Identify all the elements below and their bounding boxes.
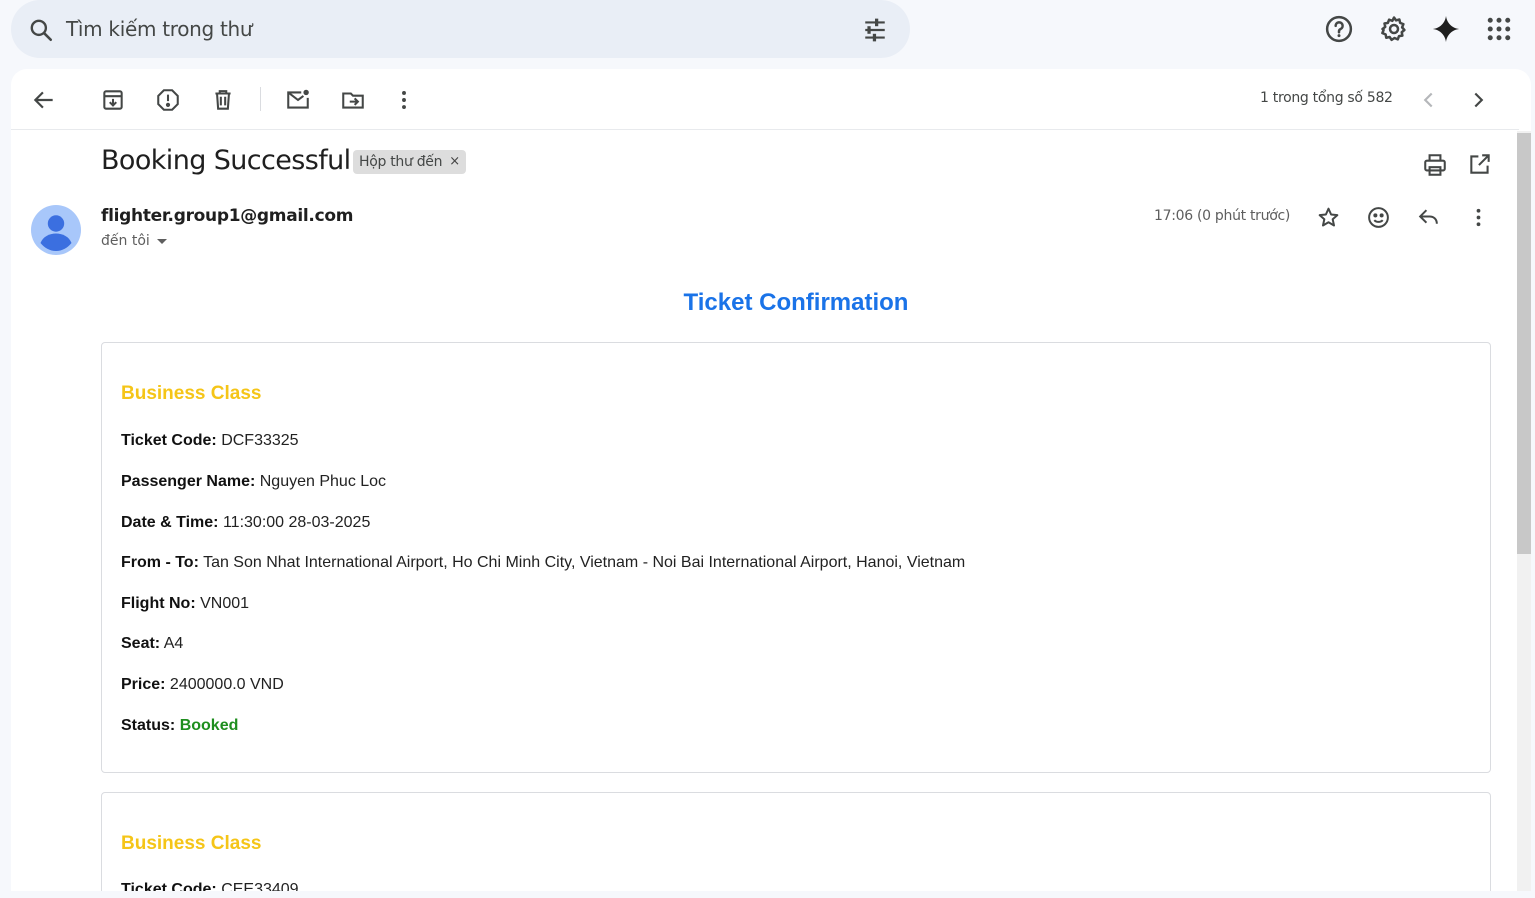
print-icon[interactable] (1422, 152, 1448, 178)
search-input[interactable]: Tìm kiếm trong thư (66, 17, 253, 41)
ticket-confirmation-title: Ticket Confirmation (683, 289, 909, 316)
price-value: 2400000.0 VND (169, 676, 284, 693)
apps-icon[interactable] (1484, 14, 1514, 44)
ticket-code-row: Ticket Code: CEE33409 (121, 881, 299, 891)
message-time: 17:06 (0 phút trước) (1154, 208, 1291, 224)
recipient-details[interactable]: đến tôi (101, 233, 169, 249)
passenger-label: Passenger Name: (121, 473, 256, 490)
seat-value: A4 (163, 635, 184, 652)
inbox-label-chip[interactable]: Hộp thư đến × (353, 150, 466, 174)
datetime-value: 11:30:00 28-03-2025 (222, 514, 371, 531)
ticket-code-row: Ticket Code: DCF33325 (121, 432, 299, 450)
price-row: Price: 2400000.0 VND (121, 676, 284, 694)
recipient-text: đến tôi (101, 233, 150, 249)
ticket-code-value: DCF33325 (221, 432, 299, 449)
archive-icon[interactable] (100, 87, 126, 113)
route-row: From - To: Tan Son Nhat International Ai… (121, 554, 965, 572)
flight-value: VN001 (200, 595, 250, 612)
ticket-code-label: Ticket Code: (121, 432, 217, 449)
search-bar[interactable]: Tìm kiếm trong thư (11, 0, 910, 58)
back-arrow-icon[interactable] (31, 87, 57, 113)
route-label: From - To: (121, 554, 199, 571)
message-more-icon[interactable] (1466, 205, 1491, 230)
message-toolbar: 1 trong tổng số 582 (11, 69, 1519, 130)
open-new-window-icon[interactable] (1467, 151, 1493, 177)
chevron-down-icon[interactable] (155, 236, 169, 246)
flight-label: Flight No: (121, 595, 196, 612)
ticket-card: Business Class Ticket Code: DCF33325 Pas… (101, 342, 1491, 773)
star-icon[interactable] (1316, 205, 1341, 230)
emoji-icon[interactable] (1366, 205, 1391, 230)
chevron-right-icon[interactable] (1465, 87, 1491, 113)
scrollbar-thumb[interactable] (1517, 133, 1531, 554)
sender-email[interactable]: flighter.group1@gmail.com (101, 206, 353, 226)
passenger-row: Passenger Name: Nguyen Phuc Loc (121, 473, 386, 491)
toolbar-divider (260, 87, 261, 111)
more-vert-icon[interactable] (391, 87, 417, 113)
tune-icon[interactable] (862, 17, 888, 43)
ticket-class: Business Class (121, 833, 262, 854)
search-icon[interactable] (28, 17, 54, 43)
route-value: Tan Son Nhat International Airport, Ho C… (203, 554, 966, 571)
move-to-icon[interactable] (340, 87, 366, 113)
chevron-left-icon[interactable] (1416, 87, 1442, 113)
gemini-icon[interactable] (1431, 14, 1461, 44)
status-row: Status: Booked (121, 717, 238, 735)
help-icon[interactable] (1324, 14, 1354, 44)
pager-count: 1 trong tổng số 582 (1260, 90, 1393, 106)
ticket-card: Business Class Ticket Code: CEE33409 (101, 792, 1491, 891)
report-spam-icon[interactable] (155, 87, 181, 113)
passenger-value: Nguyen Phuc Loc (259, 473, 387, 490)
ticket-code-label: Ticket Code: (121, 881, 217, 891)
settings-icon[interactable] (1379, 14, 1409, 44)
ticket-class: Business Class (121, 383, 262, 404)
mark-unread-icon[interactable] (285, 87, 311, 113)
email-subject: Booking Successful (101, 145, 351, 176)
avatar-icon[interactable] (31, 205, 81, 255)
delete-icon[interactable] (210, 87, 236, 113)
flight-row: Flight No: VN001 (121, 595, 249, 613)
remove-label-icon[interactable]: × (449, 150, 460, 174)
label-text: Hộp thư đến (359, 154, 443, 170)
seat-row: Seat: A4 (121, 635, 183, 653)
datetime-label: Date & Time: (121, 514, 219, 531)
datetime-row: Date & Time: 11:30:00 28-03-2025 (121, 514, 370, 532)
status-label: Status: (121, 717, 176, 734)
ticket-code-value: CEE33409 (221, 881, 299, 891)
price-label: Price: (121, 676, 166, 693)
status-badge: Booked (179, 717, 239, 734)
reply-icon[interactable] (1416, 205, 1441, 230)
seat-label: Seat: (121, 635, 161, 652)
message-panel: 1 trong tổng số 582 Booking Successful H… (11, 69, 1531, 891)
